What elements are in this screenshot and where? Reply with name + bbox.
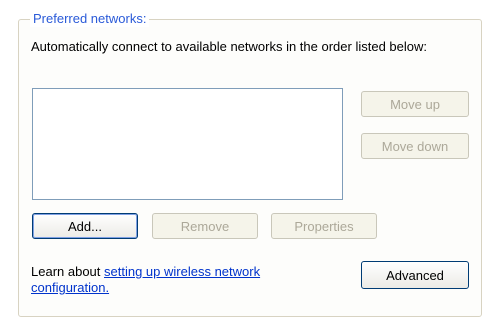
description-text: Automatically connect to available netwo… — [31, 39, 427, 54]
learn-about-text: Learn about setting up wireless network … — [31, 264, 341, 296]
preferred-networks-list[interactable] — [32, 88, 343, 200]
move-up-button[interactable]: Move up — [361, 91, 469, 117]
add-button[interactable]: Add... — [32, 213, 138, 239]
advanced-button[interactable]: Advanced — [361, 261, 469, 289]
remove-button[interactable]: Remove — [152, 213, 258, 239]
properties-button[interactable]: Properties — [271, 213, 377, 239]
move-down-button[interactable]: Move down — [361, 133, 469, 159]
preferred-networks-label-text: Preferred networks: — [33, 11, 147, 26]
preferred-networks-label: Preferred networks: — [30, 11, 150, 27]
learn-about-prefix: Learn about — [31, 264, 105, 279]
